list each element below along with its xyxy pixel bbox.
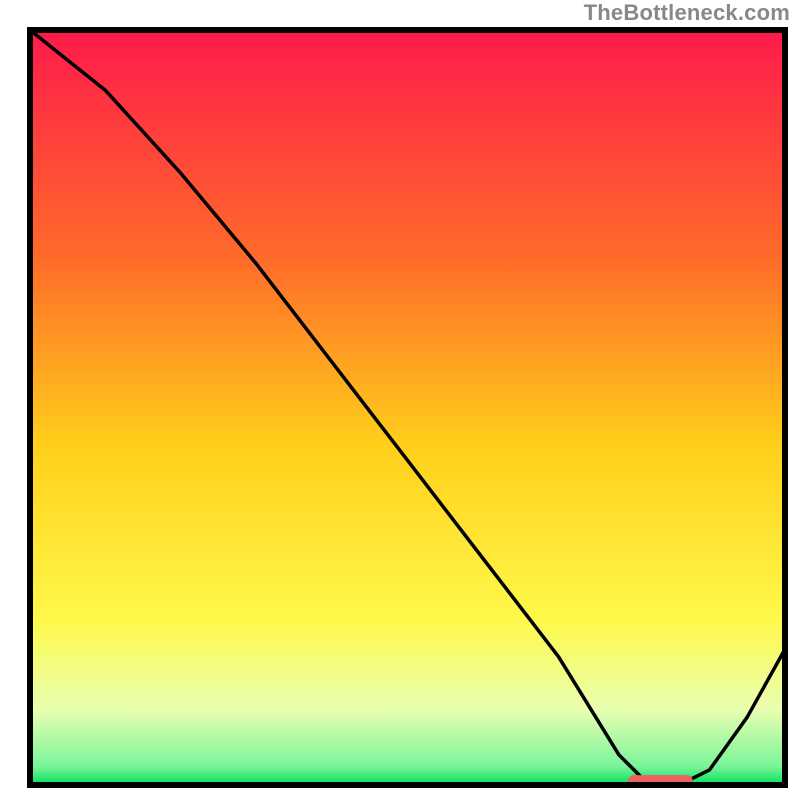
plot-area xyxy=(30,30,785,785)
bottleneck-chart xyxy=(0,0,800,800)
gradient-background xyxy=(30,30,785,785)
chart-container: TheBottleneck.com xyxy=(0,0,800,800)
